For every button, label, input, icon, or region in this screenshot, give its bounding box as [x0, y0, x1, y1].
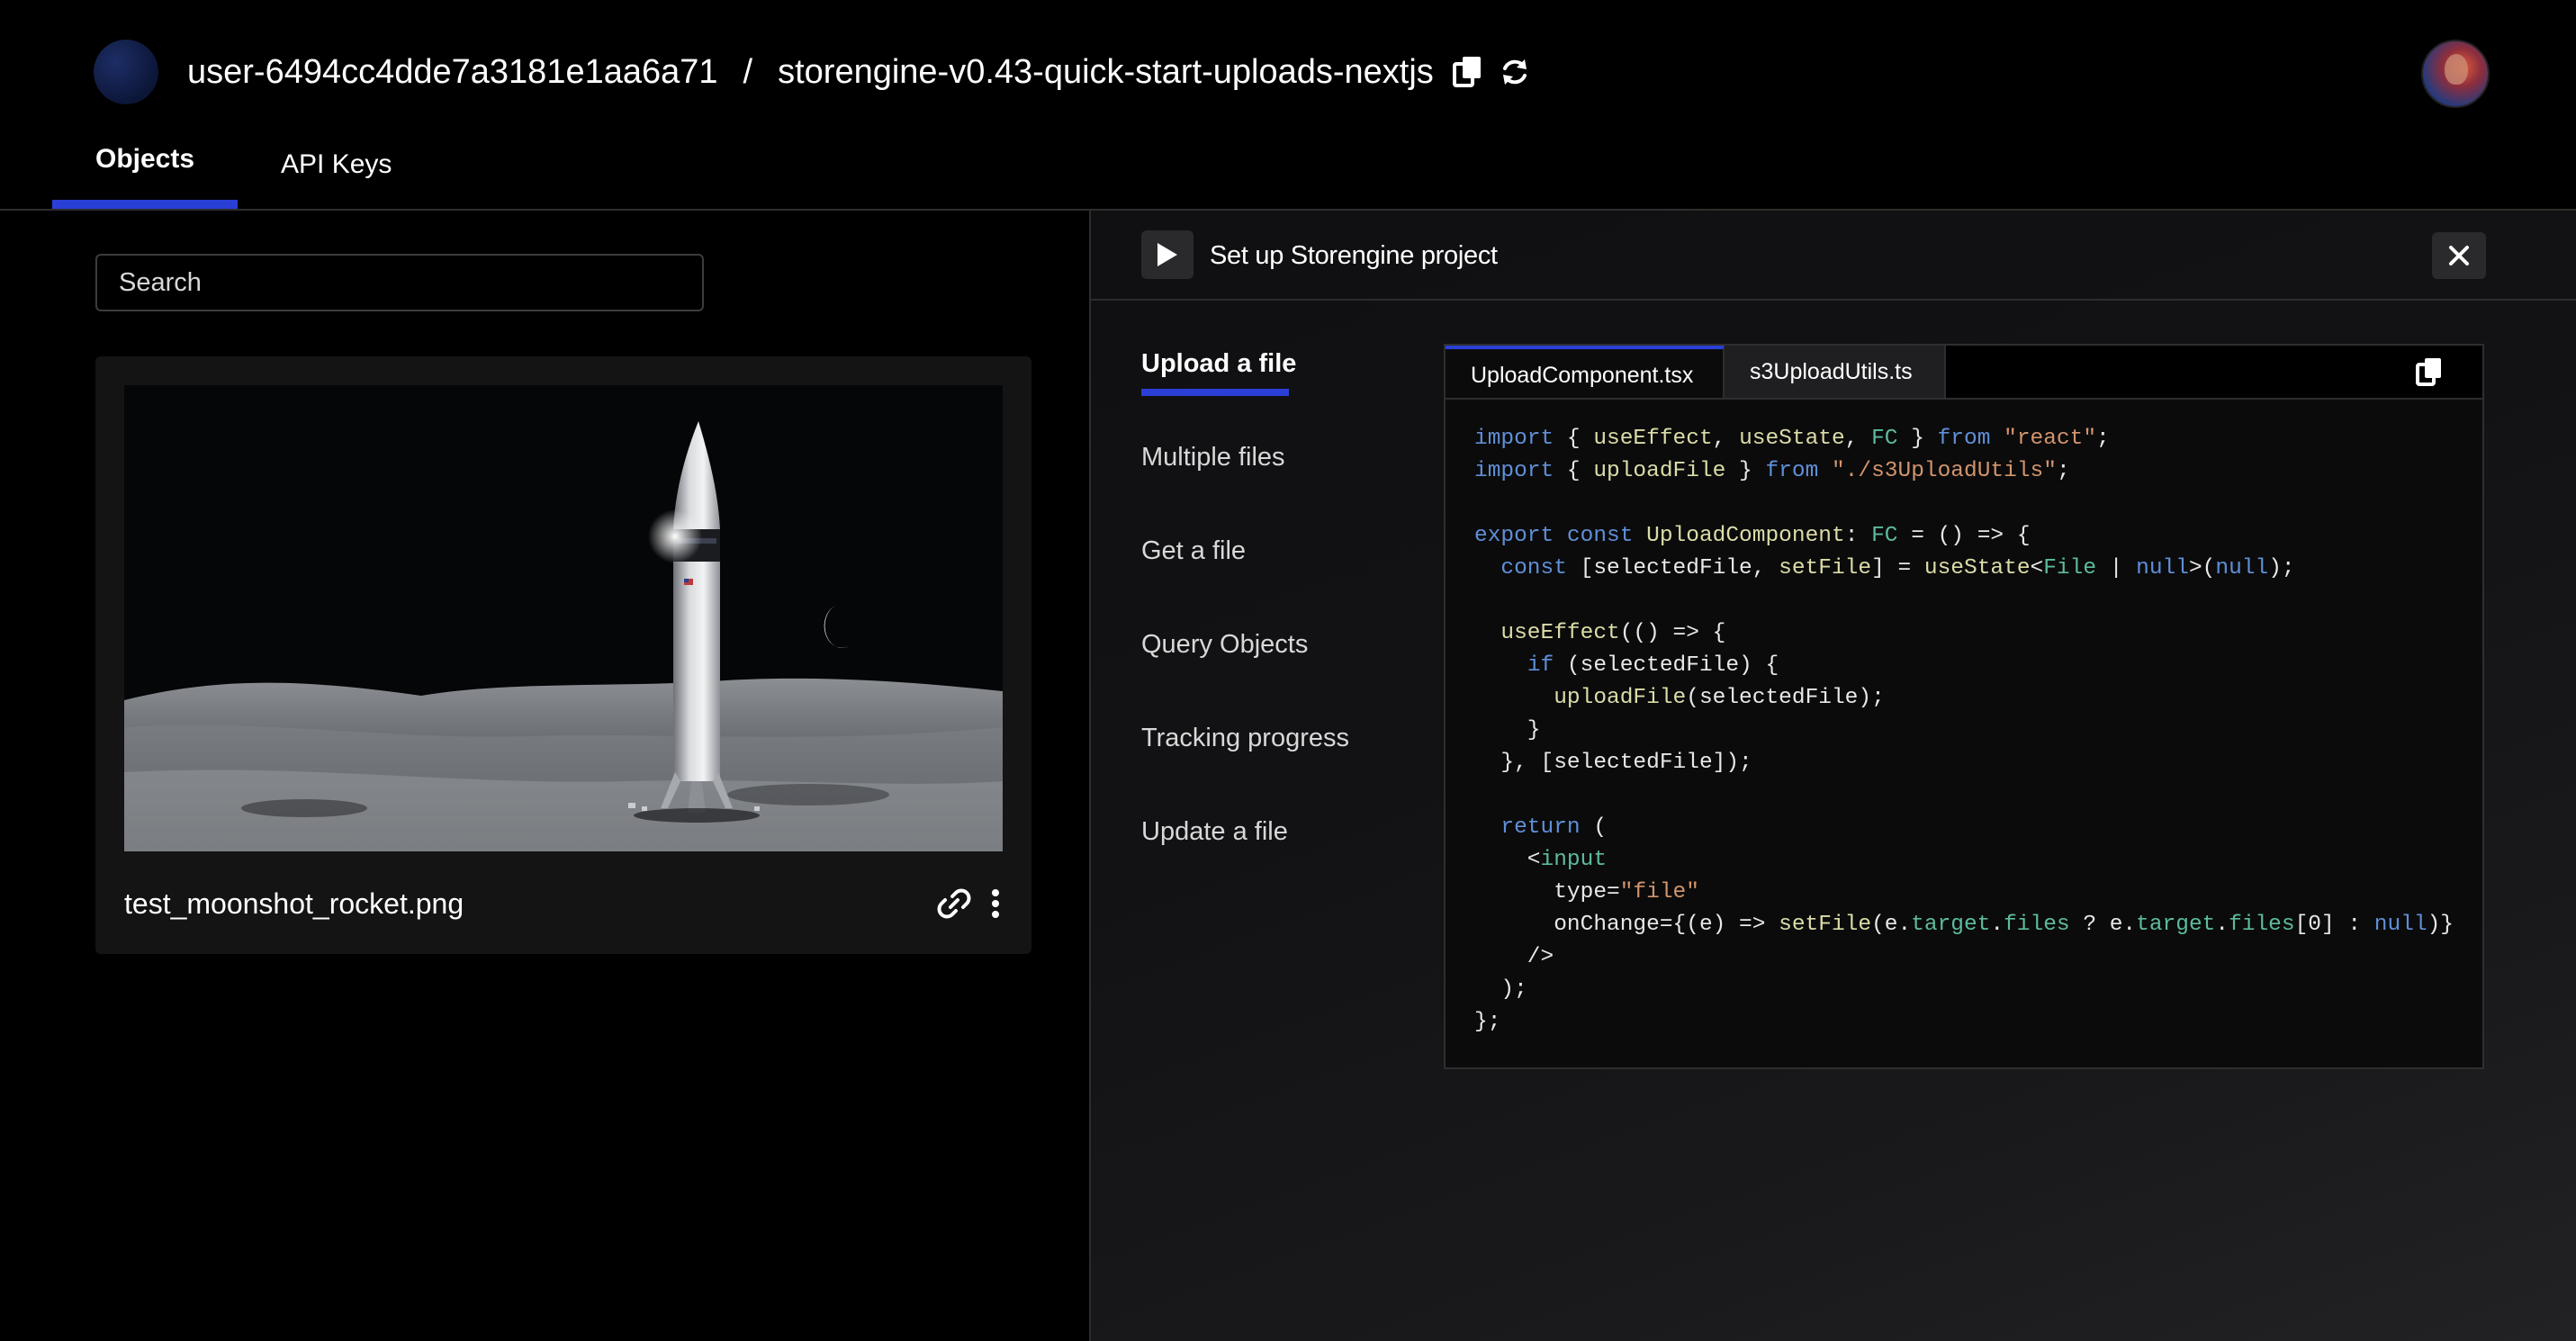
copy-icon[interactable] [1450, 54, 1486, 90]
copy-code-icon[interactable] [2414, 356, 2450, 389]
active-guide-indicator [1141, 389, 1289, 396]
close-button[interactable] [2432, 232, 2486, 279]
setup-panel-header: Set up Storengine project [1091, 211, 2576, 301]
breadcrumb-project[interactable]: storengine-v0.43-quick-start-uploads-nex… [778, 53, 1434, 92]
guide-multiple-files[interactable]: Multiple files [1141, 443, 1285, 472]
more-vertical-icon[interactable] [986, 886, 1004, 922]
breadcrumb-separator: / [743, 52, 753, 91]
active-tab-indicator [52, 200, 238, 209]
code-tab-s3-upload-utils[interactable]: s3UploadUtils.ts [1725, 346, 1946, 398]
link-icon[interactable] [934, 886, 974, 922]
search-input[interactable] [95, 254, 704, 311]
guide-query-objects[interactable]: Query Objects [1141, 630, 1308, 660]
code-viewer: UploadComponent.tsx s3UploadUtils.ts imp… [1444, 344, 2484, 1069]
objects-panel: test_moonshot_rocket.png [0, 211, 1089, 1341]
code-block: import { useEffect, useState, FC } from … [1474, 427, 2454, 1034]
code-tabs: UploadComponent.tsx s3UploadUtils.ts [1446, 346, 2482, 400]
rocket-image [124, 385, 1003, 851]
play-icon [1157, 243, 1177, 266]
setup-panel-title: Set up Storengine project [1210, 241, 1498, 270]
close-icon [2449, 246, 2469, 266]
logo[interactable] [94, 40, 158, 104]
tab-api-keys[interactable]: API Keys [281, 149, 392, 180]
user-avatar[interactable] [2421, 40, 2490, 108]
object-card[interactable]: test_moonshot_rocket.png [95, 356, 1031, 954]
breadcrumb: user-6494cc4dde7a3181e1aa6a71 / storengi… [187, 50, 1533, 94]
file-name[interactable]: test_moonshot_rocket.png [124, 887, 464, 921]
guide-update-a-file[interactable]: Update a file [1141, 817, 1288, 847]
play-button[interactable] [1141, 230, 1193, 279]
refresh-icon[interactable] [1497, 54, 1533, 90]
guide-tracking-progress[interactable]: Tracking progress [1141, 724, 1349, 753]
tab-objects[interactable]: Objects [95, 144, 194, 175]
object-thumbnail[interactable] [124, 385, 1003, 851]
breadcrumb-user[interactable]: user-6494cc4dde7a3181e1aa6a71 [187, 53, 718, 92]
setup-panel: Set up Storengine project Upload a file … [1091, 211, 2576, 1341]
top-header: user-6494cc4dde7a3181e1aa6a71 / storengi… [0, 0, 2576, 211]
guide-upload-a-file[interactable]: Upload a file [1141, 349, 1296, 379]
code-tab-upload-component[interactable]: UploadComponent.tsx [1446, 346, 1725, 398]
guide-get-a-file[interactable]: Get a file [1141, 536, 1246, 566]
